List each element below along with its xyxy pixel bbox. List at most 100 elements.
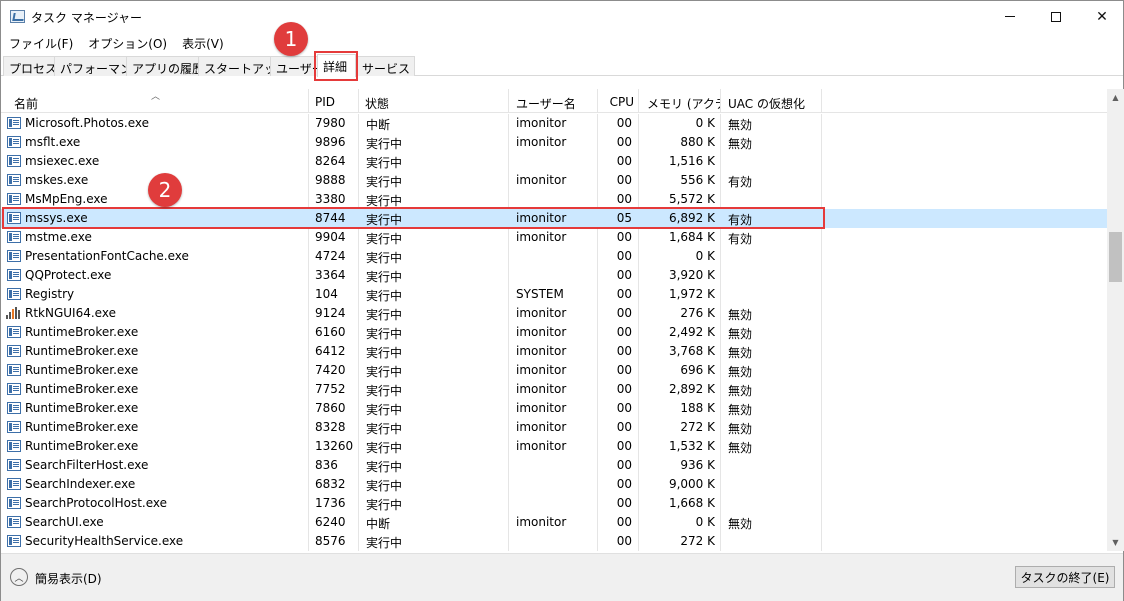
- cell-status: 実行中: [366, 403, 403, 417]
- scroll-down-arrow-icon[interactable]: ▼: [1107, 534, 1124, 551]
- cell-status: 実行中: [366, 156, 403, 170]
- app-icon: [7, 212, 21, 224]
- cell-user: imonitor: [516, 515, 567, 529]
- app-icon: [7, 459, 21, 471]
- task-manager-window: タスク マネージャー ✕ ファイル(F) オプション(O) 表示(V) プロセス…: [0, 0, 1124, 601]
- table-row[interactable]: Microsoft.Photos.exe 7980 中断 imonitor 00 0 K 無…: [1, 114, 1108, 133]
- cell-status: 実行中: [366, 498, 403, 512]
- menu-options[interactable]: オプション(O): [80, 33, 174, 53]
- column-header-cpu[interactable]: CPU: [598, 89, 639, 113]
- table-row[interactable]: RtkNGUI64.exe 9124 実行中 imonitor 00 276 K 無効: [1, 304, 1108, 323]
- table-row[interactable]: mstme.exe 9904 実行中 imonitor 00 1,684 K 有効: [1, 228, 1108, 247]
- cell-uac: 有効: [728, 213, 753, 227]
- tab-app-history[interactable]: アプリの履歴: [126, 56, 210, 76]
- cell-pid: 13260: [315, 439, 354, 453]
- table-row[interactable]: PresentationFontCache.exe 4724 実行中 00 0 K: [1, 247, 1108, 266]
- column-header-status[interactable]: 状態: [359, 89, 509, 113]
- cell-pid: 7752: [315, 382, 346, 396]
- cell-memory: 3,920 K: [668, 268, 715, 282]
- vertical-scrollbar[interactable]: ▲ ▼: [1107, 89, 1124, 551]
- cell-uac: 無効: [728, 441, 753, 455]
- cell-status: 実行中: [366, 175, 403, 189]
- cell-pid: 6412: [315, 344, 346, 358]
- table-row[interactable]: SearchUI.exe 6240 中断 imonitor 00 0 K 無効: [1, 513, 1108, 532]
- table-row[interactable]: mssys.exe 8744 実行中 imonitor 05 6,892 K 有効: [1, 209, 1108, 228]
- cell-cpu: 00: [616, 401, 632, 415]
- cell-uac: 無効: [728, 327, 753, 341]
- cell-name: msiexec.exe: [25, 154, 100, 168]
- cell-name: RuntimeBroker.exe: [25, 363, 139, 377]
- table-row[interactable]: Registry 104 実行中 SYSTEM 00 1,972 K: [1, 285, 1108, 304]
- table-row[interactable]: RuntimeBroker.exe 6160 実行中 imonitor 00 2,492 …: [1, 323, 1108, 342]
- cell-user: imonitor: [516, 439, 567, 453]
- table-row[interactable]: msflt.exe 9896 実行中 imonitor 00 880 K 無効: [1, 133, 1108, 152]
- scroll-up-arrow-icon[interactable]: ▲: [1107, 89, 1124, 106]
- table-row[interactable]: msiexec.exe 8264 実行中 00 1,516 K: [1, 152, 1108, 171]
- maximize-button[interactable]: [1033, 1, 1079, 32]
- close-button[interactable]: ✕: [1079, 1, 1124, 32]
- end-task-button[interactable]: タスクの終了(E): [1015, 566, 1115, 588]
- table-row[interactable]: RuntimeBroker.exe 6412 実行中 imonitor 00 3,768 …: [1, 342, 1108, 361]
- cell-pid: 4724: [315, 249, 346, 263]
- app-icon: [7, 516, 21, 528]
- minimize-button[interactable]: [987, 1, 1033, 32]
- tab-details[interactable]: 詳細: [317, 54, 356, 77]
- app-icon: [7, 364, 21, 376]
- cell-name: SearchUI.exe: [25, 515, 104, 529]
- fewer-details-link[interactable]: 簡易表示(D): [35, 570, 102, 587]
- column-header-pid[interactable]: PID: [309, 89, 359, 113]
- cell-name: PresentationFontCache.exe: [25, 249, 189, 263]
- table-row[interactable]: QQProtect.exe 3364 実行中 00 3,920 K: [1, 266, 1108, 285]
- column-header-username[interactable]: ユーザー名: [509, 89, 598, 113]
- cell-uac: 無効: [728, 403, 753, 417]
- app-icon: [7, 383, 21, 395]
- cell-pid: 3364: [315, 268, 346, 282]
- table-row[interactable]: RuntimeBroker.exe 8328 実行中 imonitor 00 272 K 無…: [1, 418, 1108, 437]
- column-header-uac[interactable]: UAC の仮想化: [721, 89, 822, 113]
- cell-uac: 無効: [728, 137, 753, 151]
- cell-uac: 無効: [728, 384, 753, 398]
- cell-name: RuntimeBroker.exe: [25, 382, 139, 396]
- menu-bar: ファイル(F) オプション(O) 表示(V): [1, 33, 231, 53]
- app-icon: [7, 117, 21, 129]
- table-row[interactable]: RuntimeBroker.exe 13260 実行中 imonitor 00 1,532…: [1, 437, 1108, 456]
- tab-bar: プロセス パフォーマンス アプリの履歴 スタートアップ ユーザー 詳細 サービス: [1, 54, 1123, 77]
- cell-pid: 6832: [315, 477, 346, 491]
- cell-memory: 272 K: [680, 534, 715, 548]
- step-badge-2: 2: [148, 173, 182, 207]
- cell-cpu: 00: [616, 420, 632, 434]
- cell-cpu: 00: [616, 439, 632, 453]
- table-row[interactable]: RuntimeBroker.exe 7860 実行中 imonitor 00 188 K 無…: [1, 399, 1108, 418]
- column-header-memory[interactable]: メモリ (アクテ...: [639, 89, 721, 113]
- cell-cpu: 00: [616, 325, 632, 339]
- cell-user: imonitor: [516, 344, 567, 358]
- table-row[interactable]: RuntimeBroker.exe 7420 実行中 imonitor 00 696 K 無…: [1, 361, 1108, 380]
- title-bar: タスク マネージャー ✕: [1, 1, 1123, 33]
- chevron-up-icon[interactable]: ︿: [10, 568, 28, 586]
- tab-services[interactable]: サービス: [356, 56, 416, 76]
- table-header: ︿ 名前 PID 状態 ユーザー名 CPU メモリ (アクテ... UAC の仮…: [1, 89, 1108, 113]
- cell-cpu: 00: [616, 116, 632, 130]
- cell-cpu: 05: [616, 211, 632, 225]
- cell-pid: 6160: [315, 325, 346, 339]
- app-icon: [7, 440, 21, 452]
- menu-file[interactable]: ファイル(F): [1, 33, 80, 53]
- cell-memory: 1,516 K: [668, 154, 715, 168]
- table-row[interactable]: SearchFilterHost.exe 836 実行中 00 936 K: [1, 456, 1108, 475]
- cell-status: 実行中: [366, 308, 403, 322]
- cell-pid: 7860: [315, 401, 346, 415]
- cell-pid: 8264: [315, 154, 346, 168]
- table-row[interactable]: SecurityHealthService.exe 8576 実行中 00 272 K: [1, 532, 1108, 551]
- table-row[interactable]: SearchIndexer.exe 6832 実行中 00 9,000 K: [1, 475, 1108, 494]
- cell-uac: 有効: [728, 232, 753, 246]
- cell-memory: 2,892 K: [668, 382, 715, 396]
- menu-view[interactable]: 表示(V): [174, 33, 231, 53]
- cell-status: 実行中: [366, 441, 403, 455]
- table-row[interactable]: RuntimeBroker.exe 7752 実行中 imonitor 00 2,892 …: [1, 380, 1108, 399]
- cell-name: SecurityHealthService.exe: [25, 534, 184, 548]
- app-icon: [7, 193, 21, 205]
- app-icon: [7, 250, 21, 262]
- column-header-name[interactable]: 名前: [1, 89, 309, 113]
- scroll-thumb[interactable]: [1109, 232, 1122, 282]
- table-row[interactable]: SearchProtocolHost.exe 1736 実行中 00 1,668 K: [1, 494, 1108, 513]
